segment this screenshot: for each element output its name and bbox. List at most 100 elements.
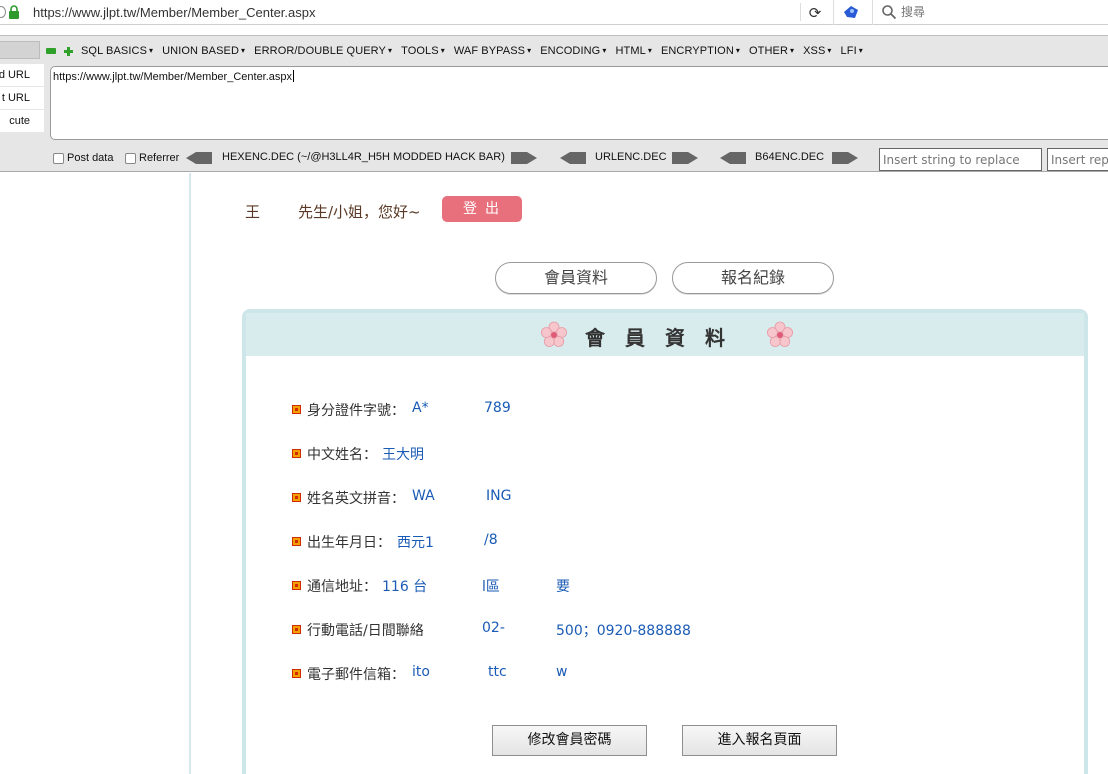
minus-icon[interactable] <box>46 48 56 54</box>
field-label: 身分證件字號： <box>307 403 405 419</box>
field-value: ING <box>486 488 512 504</box>
field-label: 行動電話/日間聯絡 <box>307 623 424 639</box>
menu-encryption[interactable]: ENCRYPTION <box>661 45 740 57</box>
field-label: 姓名英文拼音： <box>307 491 405 507</box>
hexenc-left-arrow-icon[interactable] <box>186 152 212 164</box>
logout-button[interactable]: 登出 <box>442 196 522 222</box>
menu-union-based[interactable]: UNION BASED <box>162 45 245 57</box>
field-value: WA <box>412 488 435 504</box>
field-value: 116 台 <box>382 579 428 595</box>
address-bar-url[interactable]: https://www.jlpt.tw/Member/Member_Center… <box>33 5 316 20</box>
bullet-icon <box>292 449 301 458</box>
text-caret <box>293 70 295 82</box>
tab-member-info[interactable]: 會員資料 <box>495 262 657 294</box>
browser-url-bar: https://www.jlpt.tw/Member/Member_Center… <box>0 0 1108 25</box>
field-label: 出生年月日： <box>307 535 391 551</box>
field-english-name: 姓名英文拼音： WA ING <box>292 488 792 508</box>
b64enc-right-arrow-icon[interactable] <box>832 152 858 164</box>
card-header: 會員資料 <box>246 313 1084 356</box>
post-data-checkbox[interactable] <box>53 153 64 164</box>
execute-button[interactable]: cute <box>0 110 44 132</box>
field-id-number: 身分證件字號： A* 789 <box>292 400 792 420</box>
url-bar-divider <box>800 3 801 21</box>
menu-encoding[interactable]: ENCODING <box>540 45 606 57</box>
menu-sql-basics[interactable]: SQL BASICS <box>81 45 153 57</box>
field-value: w <box>556 664 568 680</box>
menu-error-double-query[interactable]: ERROR/DOUBLE QUERY <box>254 45 392 57</box>
menu-other[interactable]: OTHER <box>749 45 794 57</box>
field-email: 電子郵件信箱： ito ttc w <box>292 664 792 684</box>
bullet-icon <box>292 669 301 678</box>
hackbar-bottom-row: Post data Referrer HEXENC.DEC (~/@H3LL4R… <box>0 148 1108 171</box>
tab-registration-records[interactable]: 報名紀錄 <box>672 262 834 294</box>
urlenc-right-arrow-icon[interactable] <box>672 152 698 164</box>
hexenc-label: HEXENC.DEC (~/@H3LL4R_H5H MODDED HACK BA… <box>222 151 505 163</box>
member-info-card: 會員資料 身分證件字號： A* 789 中文姓名： 王大明 姓名英文拼音： WA… <box>242 309 1088 774</box>
referrer-checkbox[interactable] <box>125 153 136 164</box>
cherry-blossom-icon <box>767 321 794 347</box>
hackbar-menu: SQL BASICS UNION BASED ERROR/DOUBLE QUER… <box>46 43 872 59</box>
reload-icon[interactable]: ⟳ <box>806 4 824 22</box>
field-value: /8 <box>484 532 498 548</box>
card-title: 會員資料 <box>585 326 745 350</box>
referrer-label: Referrer <box>139 152 180 164</box>
browser-search-box[interactable] <box>872 0 1108 25</box>
field-address: 通信地址： 116 台 l區 要 <box>292 576 792 596</box>
field-value: ttc <box>488 664 507 680</box>
field-value: 02- <box>482 620 505 636</box>
member-center-page: 王 先生/小姐，您好~ 登出 會員資料 報名紀錄 會員資料 身分證件字號： A*… <box>0 173 1108 774</box>
field-label: 中文姓名： <box>307 447 377 463</box>
field-birth-date: 出生年月日： 西元1 /8 <box>292 532 792 552</box>
urlenc-label: URLENC.DEC <box>595 151 667 163</box>
execute-label: cute <box>9 115 30 127</box>
post-data-label: Post data <box>67 152 114 164</box>
menu-xss[interactable]: XSS <box>803 45 831 57</box>
hackbar-url-textarea[interactable]: https://www.jlpt.tw/Member/Member_Center… <box>50 66 1108 140</box>
field-value: l區 <box>482 579 500 595</box>
replace-string-input[interactable]: Insert string to replace <box>879 148 1042 171</box>
extension-icon[interactable] <box>843 5 859 19</box>
bullet-icon <box>292 581 301 590</box>
menu-lfi[interactable]: LFI <box>841 45 863 57</box>
greeting-name: 王 <box>245 203 261 221</box>
hackbar-panel: SQL BASICS UNION BASED ERROR/DOUBLE QUER… <box>0 35 1108 172</box>
b64enc-left-arrow-icon[interactable] <box>720 152 746 164</box>
bullet-icon <box>292 405 301 414</box>
field-label: 電子郵件信箱： <box>307 667 405 683</box>
plus-icon[interactable] <box>64 46 73 56</box>
field-chinese-name: 中文姓名： 王大明 <box>292 444 792 464</box>
field-phone: 行動電話/日間聯絡 02- 500；0920-888888 <box>292 620 992 640</box>
field-value: 要 <box>556 579 570 595</box>
change-password-button[interactable]: 修改會員密碼 <box>492 725 647 756</box>
lock-icon[interactable] <box>8 5 20 19</box>
field-value: 500；0920-888888 <box>556 623 691 639</box>
hexenc-right-arrow-icon[interactable] <box>511 152 537 164</box>
urlenc-left-arrow-icon[interactable] <box>560 152 586 164</box>
hackbar-url-value: https://www.jlpt.tw/Member/Member_Center… <box>53 71 293 83</box>
field-value: 789 <box>484 400 511 416</box>
field-label: 通信地址： <box>307 579 377 595</box>
field-value: 王大明 <box>382 447 424 463</box>
site-info-icon[interactable] <box>0 6 6 18</box>
greeting-text: 先生/小姐，您好~ <box>298 203 421 221</box>
split-url-label: t URL <box>1 92 30 104</box>
menu-tools[interactable]: TOOLS <box>401 45 445 57</box>
browser-search-input[interactable] <box>901 3 1101 21</box>
b64enc-label: B64ENC.DEC <box>755 151 825 163</box>
left-column-divider <box>189 173 191 774</box>
bullet-icon <box>292 493 301 502</box>
bullet-icon <box>292 625 301 634</box>
search-icon <box>882 5 897 20</box>
hackbar-left-tab[interactable] <box>0 41 40 59</box>
field-value: 西元1 <box>397 535 434 551</box>
load-url-button[interactable]: d URL <box>0 64 44 86</box>
enter-registration-button[interactable]: 進入報名頁面 <box>682 725 837 756</box>
menu-waf-bypass[interactable]: WAF BYPASS <box>454 45 531 57</box>
load-url-label: d URL <box>0 69 30 81</box>
menu-html[interactable]: HTML <box>615 45 651 57</box>
field-value: A* <box>412 400 429 416</box>
split-url-button[interactable]: t URL <box>0 87 44 109</box>
replace-with-input[interactable]: Insert repl <box>1047 148 1108 171</box>
field-value: ito <box>412 664 430 680</box>
bullet-icon <box>292 537 301 546</box>
